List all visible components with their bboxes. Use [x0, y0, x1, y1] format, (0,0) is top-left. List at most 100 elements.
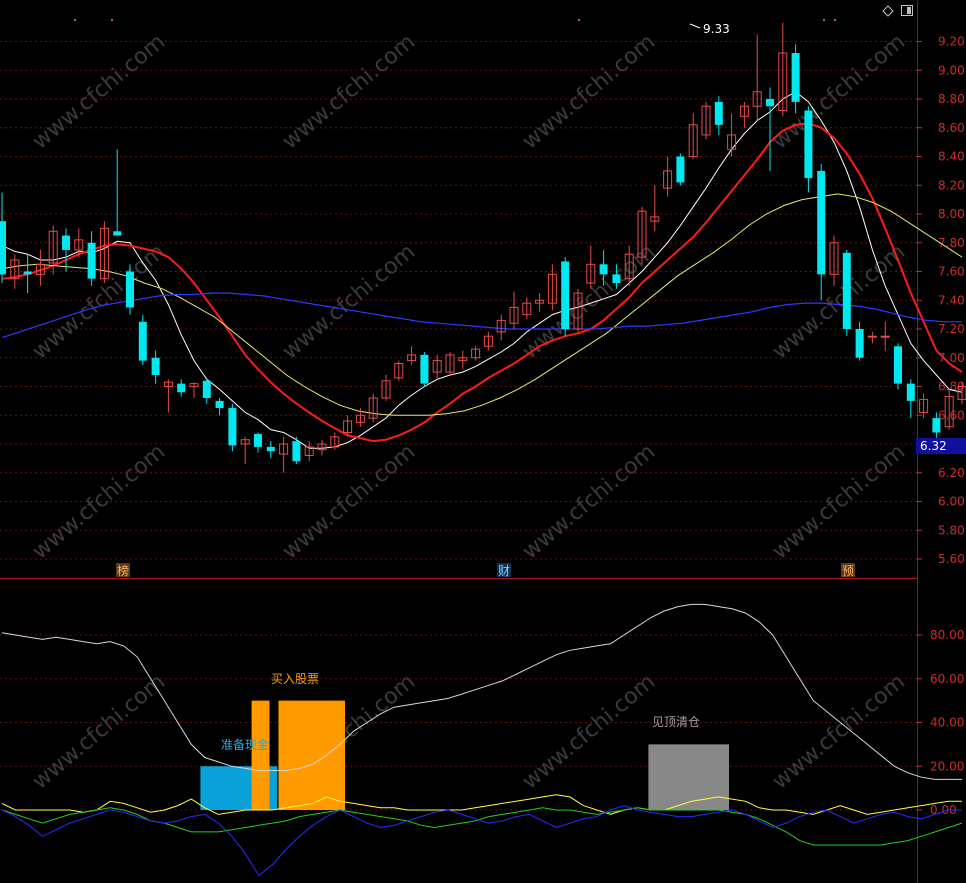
- candle: [87, 231, 96, 286]
- price-tick-label: 6.00: [938, 495, 965, 509]
- candle: [215, 398, 224, 416]
- indicator-blue-line: [1, 805, 962, 877]
- candle: [62, 228, 70, 272]
- marker-yu[interactable]: 预: [842, 564, 854, 578]
- high-price-marker: 9.33: [689, 22, 730, 36]
- watermark-text: www.cfchi.com: [768, 29, 910, 154]
- candle: [458, 350, 468, 370]
- watermark-text: www.cfchi.com: [28, 29, 170, 154]
- candle-body: [113, 231, 122, 236]
- candle: [228, 403, 237, 452]
- candle-body: [561, 261, 570, 329]
- candle-body: [138, 321, 147, 361]
- candle: [867, 331, 877, 344]
- candle: [650, 185, 660, 232]
- candle: [99, 221, 109, 283]
- candle: [151, 350, 160, 384]
- candle: [804, 106, 813, 193]
- marker-bang[interactable]: 榜: [117, 563, 129, 578]
- indicator-tick-label: 40.00: [930, 716, 964, 730]
- candle: [394, 360, 404, 381]
- candle: [381, 375, 391, 401]
- candle: [663, 156, 673, 197]
- candle: [126, 264, 134, 315]
- price-tick-label: 7.40: [938, 293, 965, 307]
- candle-body: [842, 252, 851, 329]
- candle: [368, 393, 378, 423]
- candle-body: [817, 170, 826, 275]
- candle: [240, 436, 250, 465]
- high-price-label: 9.33: [703, 22, 730, 36]
- watermark-text: www.cfchi.com: [768, 239, 910, 364]
- candle-body: [880, 335, 890, 338]
- candle: [279, 436, 289, 473]
- candle: [522, 297, 532, 319]
- price-tick-label: 6.60: [938, 408, 965, 422]
- candle: [189, 382, 199, 398]
- window-icon[interactable]: [901, 5, 913, 16]
- watermark-text: www.cfchi.com: [518, 439, 660, 564]
- current-price-label: 6.32: [920, 439, 947, 453]
- candle-body: [932, 418, 941, 433]
- candle: [561, 257, 570, 337]
- candle-body: [266, 446, 275, 452]
- candle: [496, 314, 506, 341]
- candle: [855, 321, 864, 361]
- candle-body: [151, 357, 160, 375]
- candle: [894, 343, 902, 390]
- candle-body: [894, 346, 902, 384]
- price-tick-label: 6.20: [938, 466, 965, 480]
- candle: [714, 96, 723, 135]
- candle-body: [126, 271, 134, 308]
- candle-body: [23, 271, 32, 275]
- current-price-tag: 6.32: [916, 438, 966, 454]
- price-tick-label: 9.20: [938, 35, 965, 49]
- indicator-tick-label: 80.00: [930, 628, 964, 642]
- candle: [727, 113, 737, 157]
- candle: [445, 352, 455, 375]
- candle: [254, 432, 262, 453]
- indicator-axis: 80.0060.0040.0020.000.00: [917, 628, 964, 817]
- watermark-text: www.cfchi.com: [518, 669, 660, 794]
- buy-signal-bar: [278, 700, 346, 810]
- candle-body: [87, 242, 96, 279]
- candle: [471, 346, 481, 361]
- marker-cai[interactable]: 财: [498, 564, 510, 578]
- price-tick-label: 8.80: [938, 92, 965, 106]
- price-tick-label: 8.60: [938, 121, 965, 135]
- candle-body: [292, 441, 301, 462]
- cash-label: 准备现金: [221, 737, 269, 752]
- watermark-text: www.cfchi.com: [768, 439, 910, 564]
- sell-signal-bar: [648, 744, 730, 810]
- price-tick-label: 8.00: [938, 207, 965, 221]
- watermark-text: www.cfchi.com: [768, 669, 910, 794]
- candle-body: [254, 433, 262, 447]
- price-tick-label: 5.60: [938, 552, 965, 566]
- candle-body: [855, 329, 864, 358]
- diamond-icon[interactable]: [882, 5, 894, 17]
- candle: [113, 149, 122, 236]
- candle: [817, 163, 826, 301]
- candle-body: [714, 101, 723, 125]
- signal-bars: [200, 700, 730, 810]
- candle-body: [0, 221, 6, 275]
- candle-body: [599, 264, 608, 275]
- price-tick-label: 7.60: [938, 265, 965, 279]
- candle: [688, 113, 698, 160]
- candle: [420, 352, 429, 387]
- candle: [535, 293, 545, 312]
- candle: [752, 34, 762, 121]
- indicator-tick-label: 60.00: [930, 672, 964, 686]
- price-tick-label: 7.00: [938, 351, 965, 365]
- buy-signal-bar: [251, 700, 270, 810]
- candle-body: [62, 235, 70, 250]
- top-indicator-dots: [74, 19, 836, 21]
- price-tick-label: 7.20: [938, 322, 965, 336]
- candle: [407, 346, 417, 365]
- candle: [919, 393, 929, 419]
- candle: [138, 314, 147, 365]
- candle: [0, 192, 6, 283]
- sell-label: 见顶清仓: [652, 715, 700, 729]
- candle: [791, 44, 800, 114]
- candle: [177, 379, 186, 397]
